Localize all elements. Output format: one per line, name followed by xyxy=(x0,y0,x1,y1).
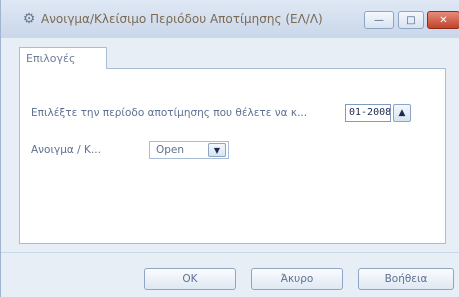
gear-icon: ⚙ xyxy=(22,11,36,27)
ok-button-label: OK xyxy=(182,273,198,285)
chevron-down-icon[interactable]: ▼ xyxy=(208,143,226,157)
close-icon: ✕ xyxy=(439,14,448,26)
minimize-icon: — xyxy=(374,14,384,26)
tab-options[interactable]: Επιλογές xyxy=(19,47,107,69)
ok-button[interactable]: OK xyxy=(144,268,236,290)
options-panel xyxy=(19,68,446,244)
cancel-button-label: Άκυρο xyxy=(280,273,314,285)
open-close-label: Ανοιγμα / Κ... xyxy=(31,144,101,156)
maximize-button[interactable]: □ xyxy=(398,11,424,29)
dropdown-arrow-glyph: ▼ xyxy=(213,145,221,155)
period-input[interactable]: 01-2008 xyxy=(345,104,391,122)
cancel-button[interactable]: Άκυρο xyxy=(251,268,343,290)
title-bar[interactable]: ⚙ Ανοιγμα/Κλείσιμο Περιόδου Αποτίμησης (… xyxy=(1,0,459,38)
dialog-window: ⚙ Ανοιγμα/Κλείσιμο Περιόδου Αποτίμησης (… xyxy=(0,0,459,297)
period-spin-button[interactable]: ▲ xyxy=(393,104,411,122)
help-button[interactable]: Βοήθεια xyxy=(358,268,454,290)
period-label: Επιλέξτε την περίοδο αποτίμησης που θέλε… xyxy=(31,107,308,119)
minimize-button[interactable]: — xyxy=(364,11,394,29)
footer-divider xyxy=(1,252,459,253)
close-button[interactable]: ✕ xyxy=(427,11,459,29)
open-close-value: Open xyxy=(156,144,185,156)
spin-up-icon: ▲ xyxy=(398,108,406,118)
open-close-select[interactable]: Open ▼ xyxy=(149,141,229,159)
window-title: Ανοιγμα/Κλείσιμο Περιόδου Αποτίμησης (ΕΛ… xyxy=(41,12,323,26)
maximize-icon: □ xyxy=(406,14,416,26)
help-button-label: Βοήθεια xyxy=(384,273,428,285)
tab-options-label: Επιλογές xyxy=(26,52,76,65)
